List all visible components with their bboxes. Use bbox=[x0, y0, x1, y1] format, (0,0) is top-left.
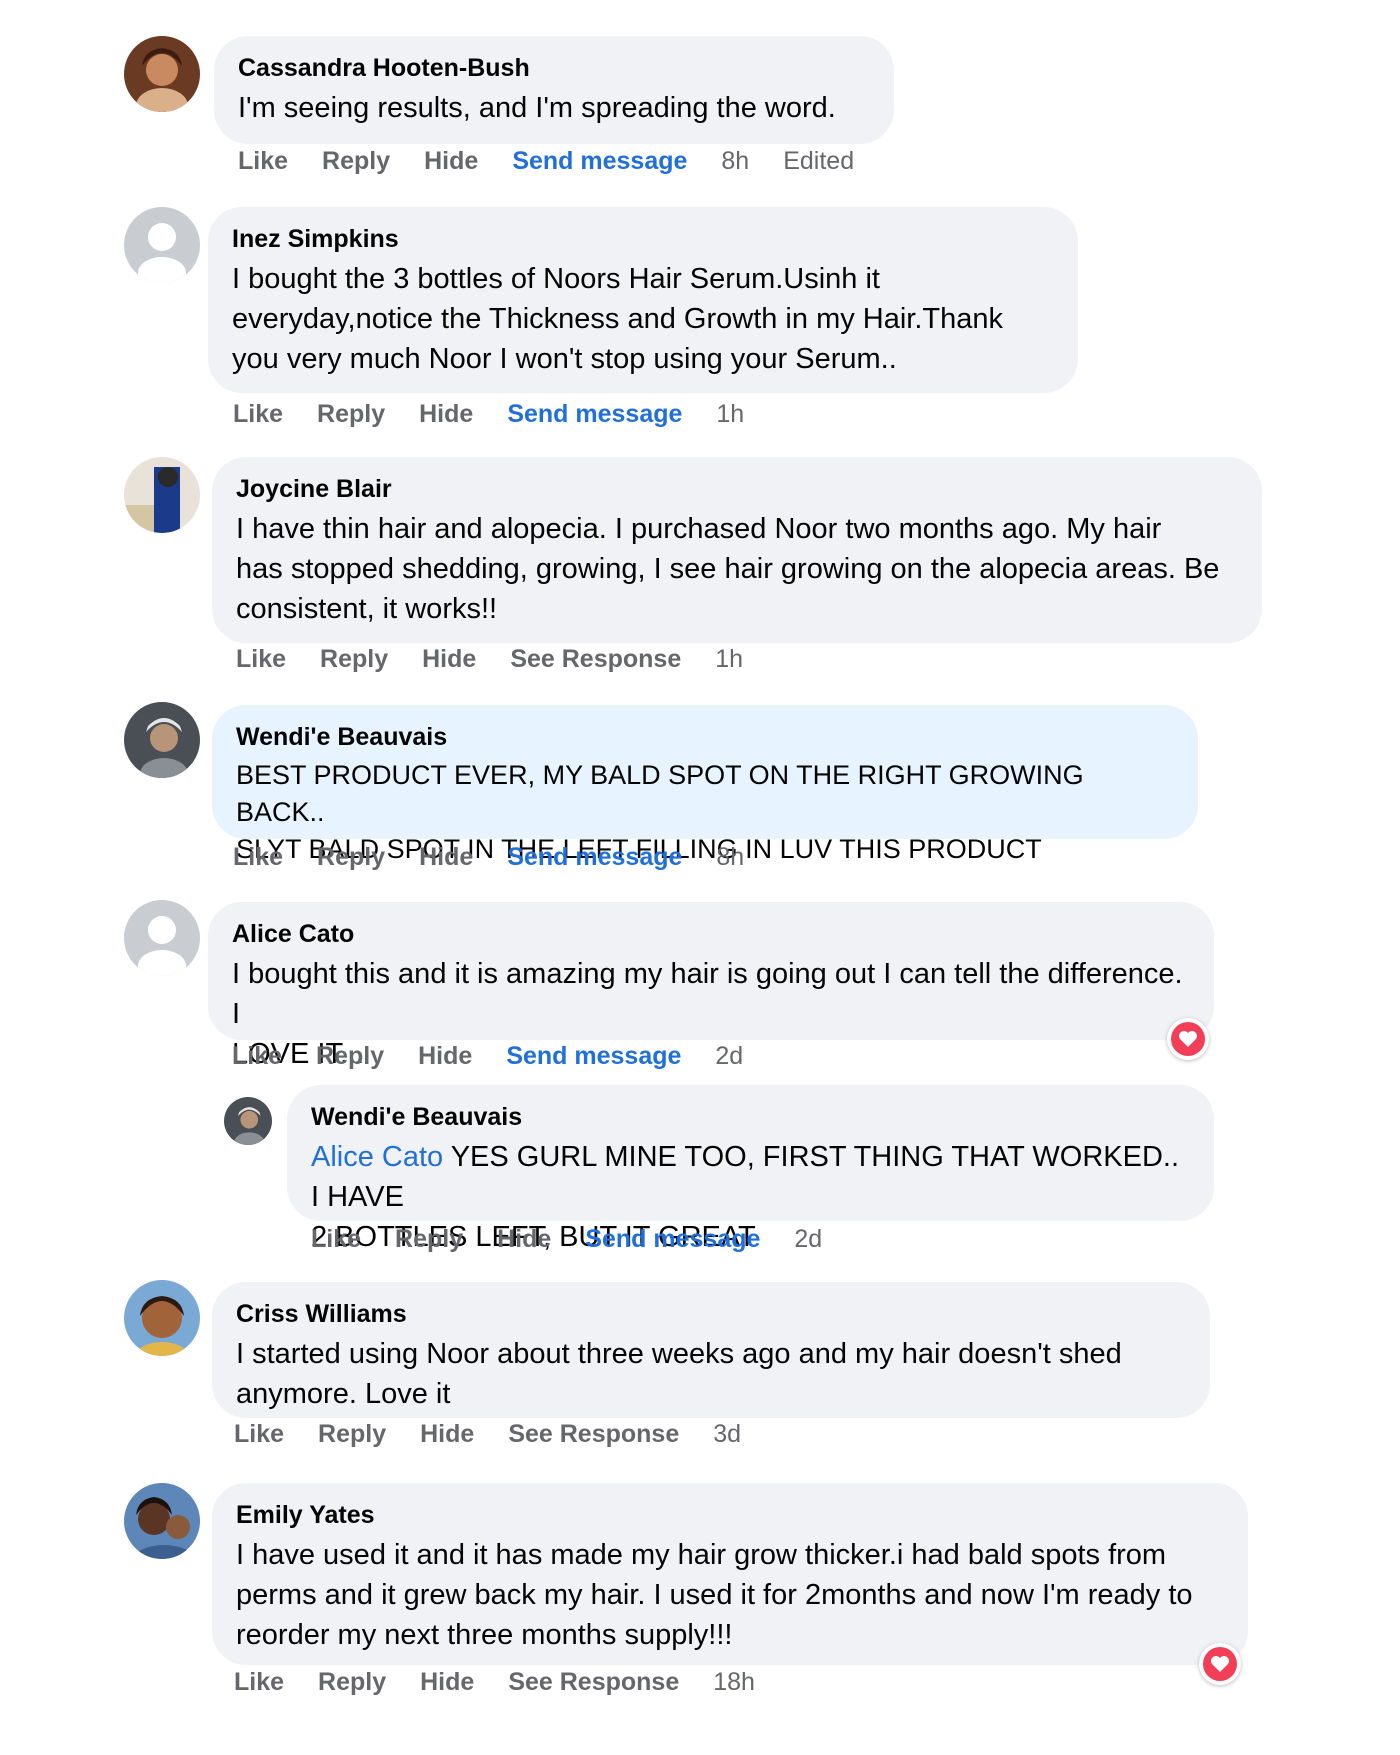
comment-author[interactable]: Wendi'e Beauvais bbox=[311, 1101, 1190, 1133]
see-response-link[interactable]: See Response bbox=[508, 1668, 679, 1697]
comment-timestamp[interactable]: 2d bbox=[715, 1042, 743, 1071]
like-button[interactable]: Like bbox=[234, 1668, 284, 1697]
avatar[interactable] bbox=[124, 702, 200, 778]
reply-button[interactable]: Reply bbox=[316, 1042, 384, 1071]
comment-actions: Like Reply Hide See Response 3d bbox=[234, 1420, 741, 1449]
comment-actions: Like Reply Hide See Response 18h bbox=[234, 1668, 755, 1697]
comment-bubble: Joycine Blair I have thin hair and alope… bbox=[212, 457, 1262, 643]
like-button[interactable]: Like bbox=[234, 1420, 284, 1449]
comment-actions: Like Reply Hide Send message 2d bbox=[232, 1042, 743, 1071]
comment-bubble: Inez Simpkins I bought the 3 bottles of … bbox=[208, 207, 1078, 393]
comment-text: I started using Noor about three weeks a… bbox=[236, 1338, 1122, 1410]
send-message-link[interactable]: Send message bbox=[506, 1042, 681, 1071]
avatar[interactable] bbox=[124, 1483, 200, 1559]
like-button[interactable]: Like bbox=[236, 645, 286, 674]
send-message-link[interactable]: Send message bbox=[507, 400, 682, 429]
comment-text: I have thin hair and alopecia. I purchas… bbox=[236, 513, 1220, 625]
reply-button[interactable]: Reply bbox=[318, 1420, 386, 1449]
comment-text: I have used it and it has made my hair g… bbox=[236, 1539, 1193, 1651]
send-message-link[interactable]: Send message bbox=[507, 843, 682, 872]
send-message-link[interactable]: Send message bbox=[585, 1225, 760, 1254]
like-button[interactable]: Like bbox=[238, 147, 288, 176]
avatar[interactable] bbox=[124, 36, 200, 112]
see-response-link[interactable]: See Response bbox=[508, 1420, 679, 1449]
comment-author[interactable]: Wendi'e Beauvais bbox=[236, 721, 1174, 753]
avatar[interactable] bbox=[124, 207, 200, 283]
hide-button[interactable]: Hide bbox=[424, 147, 478, 176]
comment-author[interactable]: Criss Williams bbox=[236, 1298, 1186, 1330]
comment-timestamp[interactable]: 1h bbox=[716, 400, 744, 429]
avatar[interactable] bbox=[224, 1097, 272, 1145]
comment-actions: Like Reply Hide See Response 1h bbox=[236, 645, 743, 674]
hide-button[interactable]: Hide bbox=[418, 1042, 472, 1071]
reply-button[interactable]: Reply bbox=[395, 1225, 463, 1254]
comment-text: I'm seeing results, and I'm spreading th… bbox=[238, 92, 836, 124]
comment-author[interactable]: Alice Cato bbox=[232, 918, 1190, 950]
comment-text: I bought the 3 bottles of Noors Hair Ser… bbox=[232, 263, 1004, 375]
avatar[interactable] bbox=[124, 457, 200, 533]
avatar[interactable] bbox=[124, 1280, 200, 1356]
edited-label: Edited bbox=[783, 147, 855, 175]
hide-button[interactable]: Hide bbox=[422, 645, 476, 674]
like-button[interactable]: Like bbox=[233, 400, 283, 429]
comment-actions: Like Reply Hide Send message 2d bbox=[311, 1225, 822, 1254]
comment-timestamp[interactable]: 18h bbox=[713, 1668, 755, 1697]
comment-author[interactable]: Inez Simpkins bbox=[232, 223, 1054, 255]
hide-button[interactable]: Hide bbox=[420, 1420, 474, 1449]
comment-timestamp[interactable]: 8h bbox=[721, 147, 749, 176]
like-button[interactable]: Like bbox=[311, 1225, 361, 1254]
comment-timestamp[interactable]: 8h bbox=[716, 843, 744, 872]
reply-button[interactable]: Reply bbox=[322, 147, 390, 176]
like-button[interactable]: Like bbox=[232, 1042, 282, 1071]
send-message-link[interactable]: Send message bbox=[512, 147, 687, 176]
see-response-link[interactable]: See Response bbox=[510, 645, 681, 674]
comment-timestamp[interactable]: 2d bbox=[794, 1225, 822, 1254]
comment-timestamp[interactable]: 1h bbox=[715, 645, 743, 674]
comment-bubble: Wendi'e Beauvais Alice Cato YES GURL MIN… bbox=[287, 1085, 1214, 1253]
like-button[interactable]: Like bbox=[233, 843, 283, 872]
comment-author[interactable]: Emily Yates bbox=[236, 1499, 1224, 1531]
heart-reaction-icon[interactable] bbox=[1167, 1018, 1209, 1060]
reply-button[interactable]: Reply bbox=[318, 1668, 386, 1697]
hide-button[interactable]: Hide bbox=[419, 400, 473, 429]
reply-button[interactable]: Reply bbox=[317, 400, 385, 429]
hide-button[interactable]: Hide bbox=[420, 1668, 474, 1697]
reply-button[interactable]: Reply bbox=[320, 645, 388, 674]
comment-actions: Like Reply Hide Send message 8h bbox=[233, 843, 744, 872]
avatar[interactable] bbox=[124, 900, 200, 976]
comment-timestamp[interactable]: 3d bbox=[713, 1420, 741, 1449]
comment-bubble: Criss Williams I started using Noor abou… bbox=[212, 1282, 1210, 1418]
reply-button[interactable]: Reply bbox=[317, 843, 385, 872]
comment-bubble: Emily Yates I have used it and it has ma… bbox=[212, 1483, 1248, 1665]
heart-reaction-icon[interactable] bbox=[1199, 1643, 1241, 1685]
mention-link[interactable]: Alice Cato bbox=[311, 1141, 443, 1173]
comment-bubble: Alice Cato I bought this and it is amazi… bbox=[208, 902, 1214, 1070]
comment-author[interactable]: Cassandra Hooten-Bush bbox=[238, 52, 870, 84]
hide-button[interactable]: Hide bbox=[497, 1225, 551, 1254]
hide-button[interactable]: Hide bbox=[419, 843, 473, 872]
comment-actions: Like Reply Hide Send message 8h Edited bbox=[238, 147, 854, 176]
comment-author[interactable]: Joycine Blair bbox=[236, 473, 1238, 505]
comment-bubble: Wendi'e Beauvais BEST PRODUCT EVER, MY B… bbox=[212, 705, 1198, 864]
comment-bubble: Cassandra Hooten-Bush I'm seeing results… bbox=[214, 36, 894, 144]
comment-actions: Like Reply Hide Send message 1h bbox=[233, 400, 744, 429]
